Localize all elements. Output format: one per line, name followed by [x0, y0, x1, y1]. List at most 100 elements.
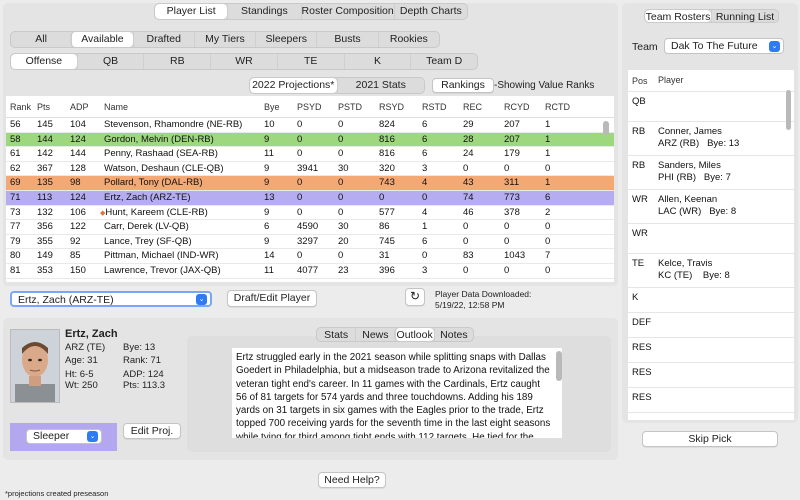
column-header-rctd[interactable]: RCTD [541, 96, 577, 117]
position-tab-qb[interactable]: QB [76, 54, 144, 69]
column-header-psyd[interactable]: PSYD [293, 96, 334, 117]
table-cell-text: 1 [545, 177, 551, 189]
table-cell: 0 [293, 206, 334, 220]
filter-tab-all[interactable]: All [11, 32, 71, 47]
column-header-rec[interactable]: REC [459, 96, 500, 117]
column-header-rstd[interactable]: RSTD [418, 96, 459, 117]
skip-pick-button[interactable]: Skip Pick [642, 431, 778, 447]
filter-tab-drafted[interactable]: Drafted [132, 32, 194, 47]
column-header-pts[interactable]: Pts [33, 96, 66, 117]
table-cell: 69 [6, 176, 33, 190]
roster-player [656, 338, 794, 362]
position-tab-rb[interactable]: RB [143, 54, 210, 69]
tab-depth-charts[interactable]: Depth Charts [393, 4, 467, 19]
roster-row[interactable]: QB [628, 92, 794, 122]
position-tab-wr[interactable]: WR [210, 54, 277, 69]
player-tag-select[interactable]: Sleeper ⌄ [26, 429, 102, 444]
team-select[interactable]: Dak To The Future ⌄ [664, 38, 784, 54]
rankings-button[interactable]: Rankings [432, 78, 494, 93]
position-tab-te[interactable]: TE [276, 54, 344, 69]
right-tab-running-list[interactable]: Running List [711, 10, 778, 22]
table-row[interactable]: 73 132 106 ◆Hunt, Kareem (CLE-RB) 9 0 0 577 4 46 3… [6, 206, 614, 221]
table-cell: 0 [293, 133, 334, 147]
position-tab-k[interactable]: K [343, 54, 411, 69]
roster-row[interactable]: WR [628, 224, 794, 254]
table-row[interactable]: 81 353 150 Lawrence, Trevor (JAX-QB) 11 4077 2… [6, 264, 614, 279]
roster-scrollbar[interactable] [786, 90, 791, 130]
table-row[interactable]: 77 356 122 Carr, Derek (LV-QB) 6 4590 30 86 1 0 0 0 [6, 220, 614, 235]
table-cell-text: 6 [422, 119, 428, 130]
table-cell: 6 [418, 118, 459, 132]
column-header-rsyd[interactable]: RSYD [375, 96, 418, 117]
roster-row[interactable]: RB Sanders, Miles PHI (RB) Bye: 7 [628, 156, 794, 190]
table-row[interactable]: 79 355 92 Lance, Trey (SF-QB) 9 3297 20 745 6 0 0 0 [6, 235, 614, 250]
source-tab-2021-stats[interactable]: 2021 Stats [336, 78, 425, 93]
draft-edit-player-button[interactable]: Draft/Edit Player [227, 290, 317, 307]
player-select[interactable]: Ertz, Zach (ARZ-TE) ⌄ [10, 291, 212, 307]
column-header-adp[interactable]: ADP [66, 96, 100, 117]
download-label: Player Data Downloaded: [435, 289, 532, 299]
table-row[interactable]: 62 367 128 Watson, Deshaun (CLE-QB) 9 3941 30 3… [6, 162, 614, 177]
roster-row[interactable]: RES [628, 388, 794, 413]
table-row[interactable]: 80 149 85 Pittman, Michael (IND-WR) 14 0 0 31 0 8… [6, 249, 614, 264]
tab-player-list[interactable]: Player List [155, 4, 228, 19]
roster-row[interactable]: RES [628, 338, 794, 363]
column-header-rcyd[interactable]: RCYD [500, 96, 541, 117]
filter-tab-rookies[interactable]: Rookies [377, 32, 439, 47]
table-cell: 30 [334, 220, 375, 234]
filter-tab-available[interactable]: Available [71, 32, 133, 47]
table-cell: 149 [33, 249, 66, 263]
table-cell: 6 [418, 235, 459, 249]
player-tag-value: Sleeper [33, 430, 70, 442]
table-cell: 0 [293, 147, 334, 161]
table-row[interactable]: 71 113 124 Ertz, Zach (ARZ-TE) 13 0 0 0 0 74 773 6 [6, 190, 614, 206]
detail-tab-stats[interactable]: Stats [317, 328, 355, 341]
edit-projections-button[interactable]: Edit Proj. [123, 423, 181, 439]
roster-row[interactable]: WR Allen, Keenan LAC (WR) Bye: 8 [628, 190, 794, 224]
source-tab-2022-projections[interactable]: 2022 Projections* [250, 78, 337, 93]
table-row[interactable]: 56 145 104 Stevenson, Rhamondre (NE-RB) 10 0 0… [6, 118, 614, 133]
roster-row[interactable]: DEF [628, 313, 794, 338]
player-bye: Bye: 13 [123, 342, 156, 353]
tab-roster-composition[interactable]: Roster Composition [300, 4, 394, 19]
table-cell: 104 [66, 118, 100, 132]
player-table: Rank Pts ADP Name Bye PSYD PSTD RSYD RSTD REC RCYD… [6, 96, 614, 282]
roster-row[interactable]: TE Kelce, Travis KC (TE) Bye: 8 [628, 254, 794, 288]
table-cell-text: 9 [264, 162, 270, 174]
tab-standings[interactable]: Standings [227, 4, 300, 19]
detail-tab-news[interactable]: News [355, 328, 394, 341]
refresh-button[interactable]: ↻ [405, 288, 425, 306]
roster-row[interactable]: K [628, 288, 794, 313]
column-header-pstd[interactable]: PSTD [334, 96, 375, 117]
table-scrollbar[interactable] [603, 121, 609, 135]
table-cell-text: 0 [463, 221, 469, 233]
table-cell-text: 3297 [297, 235, 319, 247]
need-help-button[interactable]: Need Help? [318, 472, 386, 488]
roster-row[interactable]: RB Conner, James ARZ (RB) Bye: 13 [628, 122, 794, 156]
table-row[interactable]: 69 135 98 Pollard, Tony (DAL-RB) 9 0 0 743 4 43 31… [6, 176, 614, 191]
filter-tab-busts[interactable]: Busts [316, 32, 377, 47]
table-row[interactable]: 61 142 144 Penny, Rashaad (SEA-RB) 11 0 0 816 6 2… [6, 147, 614, 162]
position-tab-team-d[interactable]: Team D [410, 54, 477, 69]
table-cell-text: 10 [264, 119, 275, 130]
outlook-scrollbar[interactable] [556, 351, 562, 381]
detail-tab-outlook[interactable]: Outlook [394, 328, 434, 341]
table-cell: 0 [334, 206, 375, 220]
filter-tab-sleepers[interactable]: Sleepers [255, 32, 316, 47]
table-cell-text: 56 [10, 119, 21, 130]
table-cell: 0 [541, 235, 577, 249]
table-cell-text: 0 [545, 235, 551, 247]
table-cell-text: 0 [338, 250, 344, 262]
position-tab-offense[interactable]: Offense [11, 54, 77, 69]
right-tab-team-rosters[interactable]: Team Rosters [645, 10, 711, 22]
table-cell: 144 [33, 133, 66, 147]
column-header-name[interactable]: Name [100, 96, 260, 117]
table-cell: 0 [500, 162, 541, 176]
roster-row[interactable]: RES [628, 363, 794, 388]
column-header-bye[interactable]: Bye [260, 96, 293, 117]
table-cell: 3 [418, 264, 459, 278]
detail-tab-notes[interactable]: Notes [433, 328, 473, 341]
filter-tab-my-tiers[interactable]: My Tiers [193, 32, 255, 47]
table-row[interactable]: 58 144 124 Gordon, Melvin (DEN-RB) 9 0 0 816 6 28… [6, 132, 614, 148]
column-header-rank[interactable]: Rank [6, 96, 33, 117]
